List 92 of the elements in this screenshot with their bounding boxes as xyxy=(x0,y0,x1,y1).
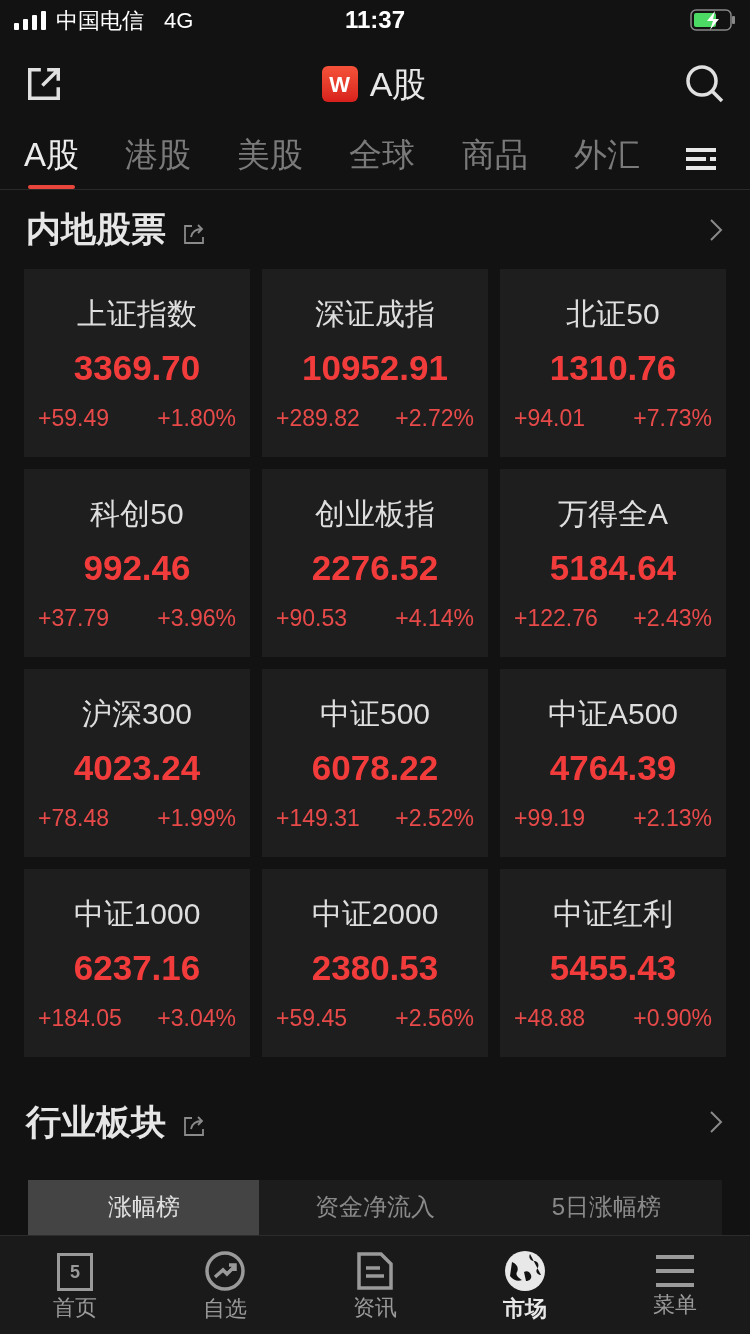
index-percent: +0.90% xyxy=(633,1003,712,1033)
index-value: 4764.39 xyxy=(549,747,677,790)
index-change: +99.19 xyxy=(514,803,585,833)
index-change: +59.45 xyxy=(276,1003,347,1033)
ranking-tab[interactable]: 5日涨幅榜 xyxy=(490,1179,722,1235)
chevron-right-icon[interactable] xyxy=(708,216,724,243)
share-icon[interactable] xyxy=(25,65,63,103)
index-name: 中证A500 xyxy=(547,696,679,733)
index-card[interactable]: 上证指数 3369.70 +59.49 +1.80% xyxy=(24,269,250,458)
market-tab[interactable]: 港股 xyxy=(125,128,192,189)
index-value: 6237.16 xyxy=(73,947,201,990)
index-name: 沪深300 xyxy=(81,696,193,733)
index-change: +94.01 xyxy=(514,403,585,433)
index-card[interactable]: 北证50 1310.76 +94.01 +7.73% xyxy=(500,269,726,458)
market-tab[interactable]: 外汇 xyxy=(573,128,640,189)
index-card[interactable]: 深证成指 10952.91 +289.82 +2.72% xyxy=(262,269,488,458)
index-change: +122.76 xyxy=(514,603,598,633)
index-percent: +2.56% xyxy=(395,1003,474,1033)
index-card[interactable]: 中证红利 5455.43 +48.88 +0.90% xyxy=(500,869,726,1058)
market-tab[interactable]: A股 xyxy=(24,128,79,189)
signal-icon xyxy=(14,10,48,30)
globe-icon xyxy=(504,1250,546,1292)
index-value: 6078.22 xyxy=(311,747,439,790)
document-icon xyxy=(356,1251,394,1291)
index-name: 科创50 xyxy=(90,496,184,533)
index-change: +48.88 xyxy=(514,1003,585,1033)
clock: 11:37 xyxy=(344,5,406,35)
index-card[interactable]: 科创50 992.46 +37.79 +3.96% xyxy=(24,469,250,658)
index-percent: +1.80% xyxy=(157,403,236,433)
index-change: +37.79 xyxy=(38,603,109,633)
index-change: +78.48 xyxy=(38,803,109,833)
index-value: 5184.64 xyxy=(549,547,677,590)
search-icon[interactable] xyxy=(685,64,725,104)
market-tab[interactable]: 商品 xyxy=(461,128,528,189)
index-percent: +2.13% xyxy=(633,803,712,833)
market-tab[interactable]: 全球 xyxy=(349,128,416,189)
index-percent: +2.72% xyxy=(395,403,474,433)
index-name: 创业板指 xyxy=(315,496,435,533)
index-card[interactable]: 中证500 6078.22 +149.31 +2.52% xyxy=(262,669,488,858)
section-title: 行业板块 xyxy=(26,1101,166,1144)
index-name: 北证50 xyxy=(566,296,660,333)
index-name: 中证1000 xyxy=(73,896,201,933)
index-card[interactable]: 创业板指 2276.52 +90.53 +4.14% xyxy=(262,469,488,658)
app-logo: W xyxy=(321,66,358,102)
index-value: 1310.76 xyxy=(549,347,677,390)
index-change: +184.05 xyxy=(38,1003,122,1033)
menu-icon[interactable] xyxy=(685,145,716,172)
index-percent: +3.04% xyxy=(157,1003,236,1033)
index-value: 10952.91 xyxy=(302,347,448,390)
network-type: 4G xyxy=(164,6,194,35)
calendar-icon: 5 xyxy=(57,1253,93,1291)
index-name: 中证2000 xyxy=(311,896,439,933)
index-name: 中证红利 xyxy=(553,896,673,933)
index-percent: +4.14% xyxy=(395,603,474,633)
index-change: +289.82 xyxy=(276,403,360,433)
index-value: 992.46 xyxy=(83,547,191,590)
market-tab[interactable]: 美股 xyxy=(237,128,304,189)
index-card[interactable]: 中证A500 4764.39 +99.19 +2.13% xyxy=(500,669,726,858)
index-percent: +2.52% xyxy=(395,803,474,833)
index-name: 上证指数 xyxy=(77,296,197,333)
index-change: +149.31 xyxy=(276,803,360,833)
nav-tab[interactable]: 市场 xyxy=(450,1236,600,1334)
index-percent: +7.73% xyxy=(633,403,712,433)
ranking-tab[interactable]: 涨幅榜 xyxy=(28,1179,260,1235)
index-value: 2380.53 xyxy=(311,947,439,990)
index-change: +90.53 xyxy=(276,603,347,633)
index-name: 中证500 xyxy=(319,696,431,733)
index-percent: +3.96% xyxy=(157,603,236,633)
index-percent: +2.43% xyxy=(633,603,712,633)
index-value: 3369.70 xyxy=(73,347,201,390)
ranking-tab[interactable]: 资金净流入 xyxy=(259,1179,491,1235)
index-card[interactable]: 中证2000 2380.53 +59.45 +2.56% xyxy=(262,869,488,1058)
nav-tab[interactable]: 菜单 xyxy=(600,1236,750,1334)
carrier-name: 中国电信 xyxy=(56,6,144,35)
nav-tab[interactable]: 资讯 xyxy=(300,1236,450,1334)
index-name: 深证成指 xyxy=(315,296,435,333)
trend-circle-icon xyxy=(204,1250,246,1292)
menu-icon xyxy=(656,1254,694,1288)
battery-icon xyxy=(690,9,736,31)
index-percent: +1.99% xyxy=(157,803,236,833)
nav-tab[interactable]: 自选 xyxy=(150,1236,300,1334)
index-value: 4023.24 xyxy=(73,747,201,790)
index-value: 5455.43 xyxy=(549,947,677,990)
page-title: A股 xyxy=(369,63,427,105)
index-value: 2276.52 xyxy=(311,547,439,590)
index-name: 万得全A xyxy=(558,496,668,533)
nav-tab[interactable]: 5 首页 xyxy=(0,1236,150,1334)
index-card[interactable]: 中证1000 6237.16 +184.05 +3.04% xyxy=(24,869,250,1058)
index-change: +59.49 xyxy=(38,403,109,433)
index-card[interactable]: 沪深300 4023.24 +78.48 +1.99% xyxy=(24,669,250,858)
index-card[interactable]: 万得全A 5184.64 +122.76 +2.43% xyxy=(500,469,726,658)
section-title: 内地股票 xyxy=(26,208,166,251)
